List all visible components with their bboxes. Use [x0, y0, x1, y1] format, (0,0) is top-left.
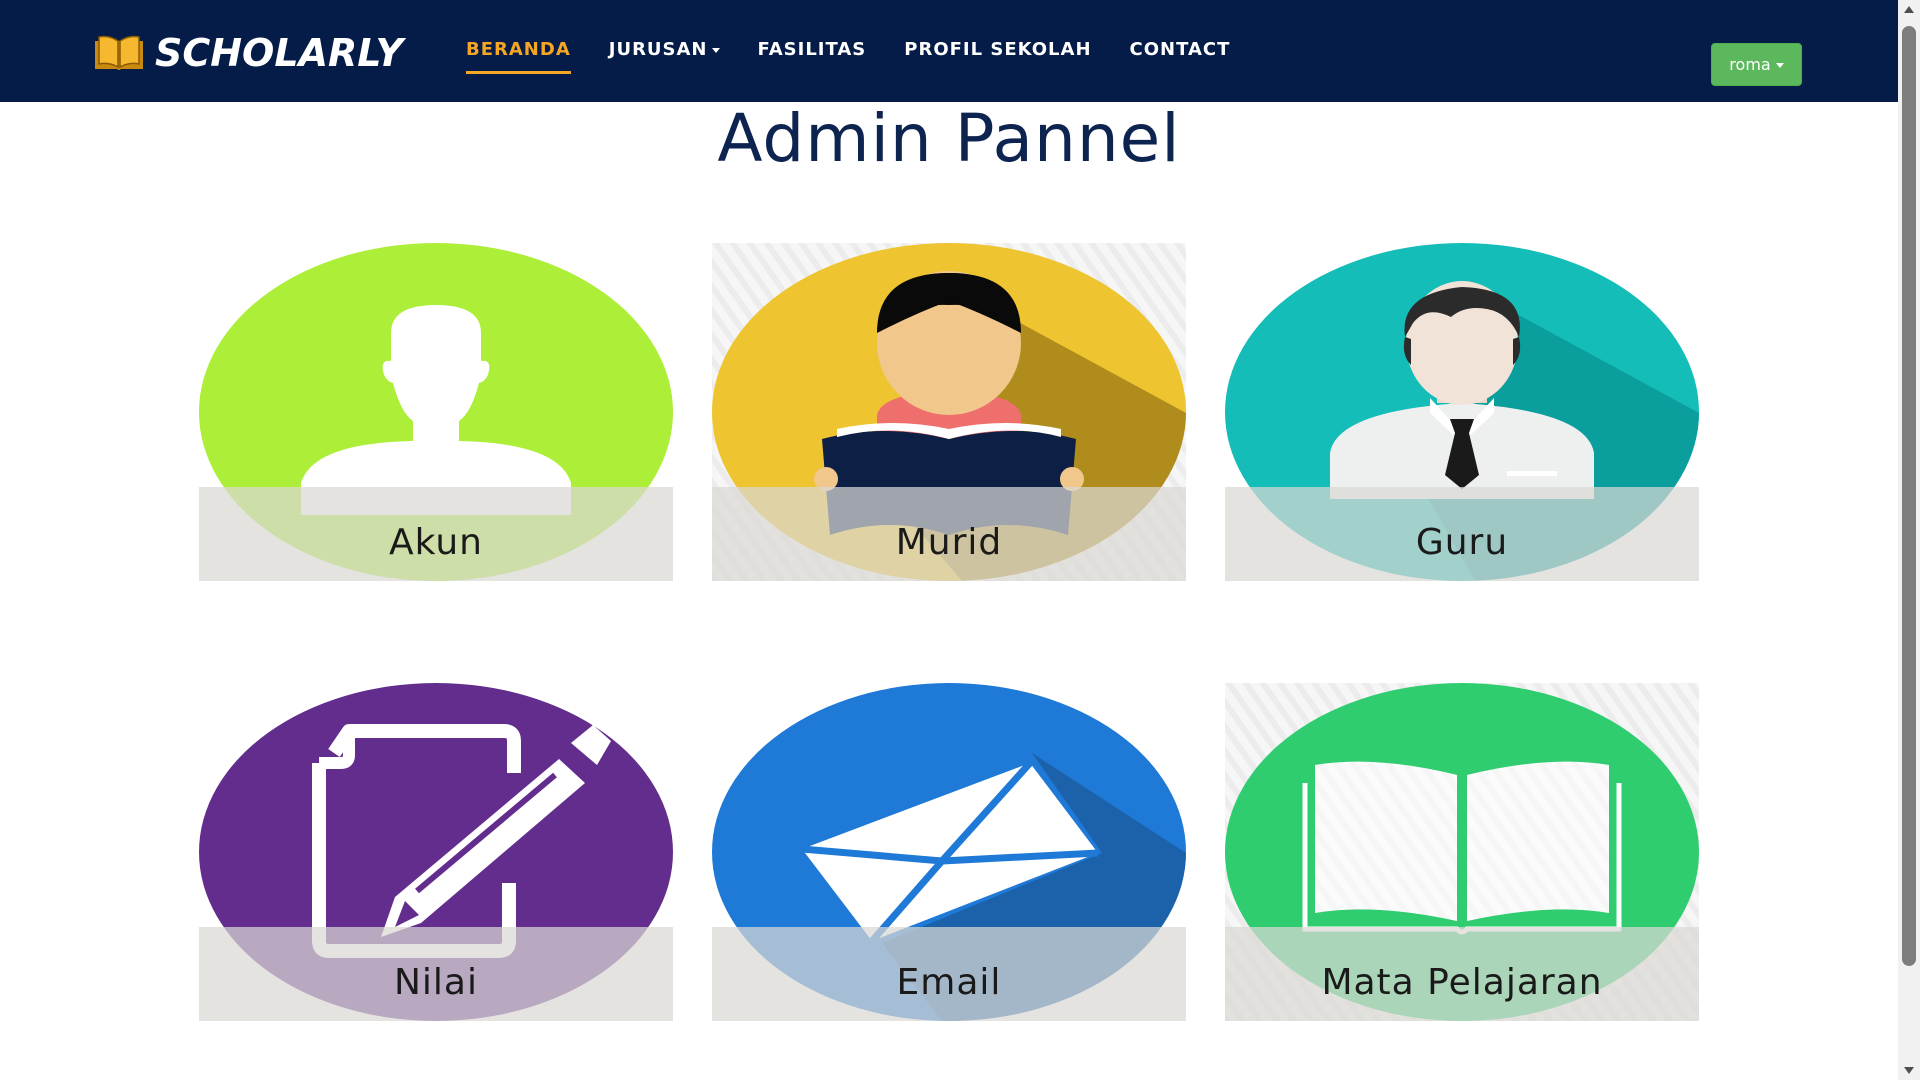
nav-jurusan-label: JURUSAN	[608, 39, 708, 60]
card-label: Mata Pelajaran	[1321, 962, 1603, 1003]
card-label: Guru	[1415, 522, 1509, 563]
nav-contact[interactable]: CONTACT	[1130, 38, 1231, 74]
nav-fasilitas-label: FASILITAS	[757, 39, 867, 60]
nav-fasilitas[interactable]: FASILITAS	[758, 38, 867, 74]
chevron-down-icon	[1775, 63, 1784, 68]
page: SCHOLARLY BERANDA JURUSAN FASILITAS PROF…	[0, 0, 1920, 1080]
nav-profil-sekolah[interactable]: PROFIL SEKOLAH	[904, 38, 1091, 74]
card-email[interactable]: Email	[712, 683, 1186, 1021]
scroll-down-arrow-icon[interactable]	[1904, 1067, 1914, 1074]
card-label: Akun	[389, 522, 483, 563]
card-label: Email	[896, 962, 1002, 1003]
card-murid[interactable]: Murid	[712, 243, 1186, 581]
top-navbar: SCHOLARLY BERANDA JURUSAN FASILITAS PROF…	[0, 0, 1898, 102]
scrollbar-thumb[interactable]	[1902, 26, 1916, 966]
chevron-down-icon	[711, 48, 720, 53]
brand-logo[interactable]: SCHOLARLY	[93, 30, 403, 76]
user-menu-button[interactable]: roma	[1711, 43, 1802, 86]
card-mata-pelajaran[interactable]: Mata Pelajaran	[1225, 683, 1699, 1021]
user-name: roma	[1729, 55, 1771, 74]
page-title: Admin Pannel	[717, 100, 1181, 177]
brand-name: SCHOLARLY	[155, 31, 404, 75]
card-label: Nilai	[394, 962, 478, 1003]
nav-beranda-label: BERANDA	[466, 39, 571, 60]
card-label: Murid	[895, 522, 1003, 563]
vertical-scrollbar[interactable]	[1898, 0, 1920, 1080]
nav-beranda[interactable]: BERANDA	[466, 38, 571, 74]
nav-profil-sekolah-label: PROFIL SEKOLAH	[904, 39, 1092, 60]
card-akun[interactable]: Akun	[199, 243, 673, 581]
main-nav: BERANDA JURUSAN FASILITAS PROFIL SEKOLAH…	[466, 38, 1268, 74]
card-nilai[interactable]: Nilai	[199, 683, 673, 1021]
open-book-icon	[95, 35, 143, 70]
card-guru[interactable]: Guru	[1225, 243, 1699, 581]
nav-contact-label: CONTACT	[1129, 39, 1231, 60]
scroll-up-arrow-icon[interactable]	[1904, 6, 1914, 13]
nav-jurusan[interactable]: JURUSAN	[609, 38, 720, 74]
